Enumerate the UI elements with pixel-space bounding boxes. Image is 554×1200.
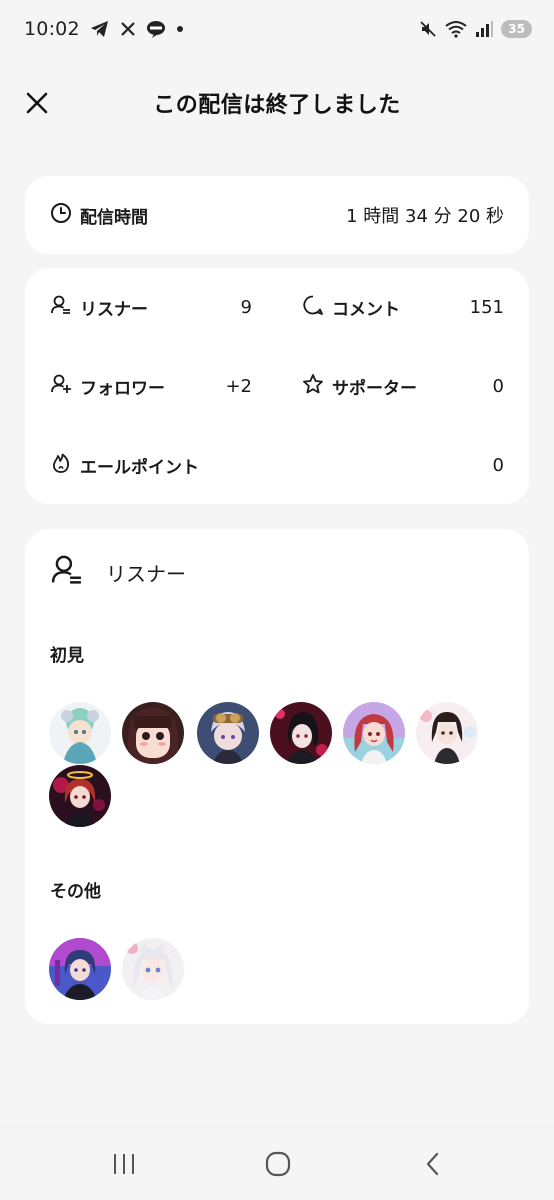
stat-label: リスナー: [80, 299, 148, 320]
status-bar: 10:02 35: [0, 0, 554, 58]
listener-icon: [50, 553, 84, 591]
stat-comments: コメント 151: [302, 292, 504, 322]
dot-icon: [176, 25, 184, 33]
line-icon: [146, 20, 166, 38]
listeners-title: リスナー: [106, 561, 186, 586]
add-user-icon: [50, 373, 72, 399]
listener-avatar[interactable]: [122, 702, 184, 764]
star-icon: [302, 373, 324, 399]
stat-label: コメント: [332, 299, 400, 320]
listener-avatar[interactable]: [343, 702, 405, 764]
stat-supporters: サポーター 0: [302, 371, 504, 401]
listener-avatar[interactable]: [197, 702, 259, 764]
duration-label: 配信時間: [80, 207, 148, 228]
header: この配信は終了しました: [0, 74, 554, 132]
system-nav-bar: [0, 1126, 554, 1200]
listener-avatar[interactable]: [270, 702, 332, 764]
flame-icon: [50, 452, 72, 478]
stat-label: エールポイント: [80, 457, 199, 478]
stat-label: フォロワー: [80, 378, 165, 399]
listener-avatar[interactable]: [49, 702, 111, 764]
others-label: その他: [50, 882, 101, 902]
home-icon: [265, 1151, 291, 1177]
wifi-icon: [445, 20, 467, 38]
duration-card: 配信時間 1 時間 34 分 20 秒: [25, 176, 529, 254]
status-time: 10:02: [24, 18, 80, 40]
stat-followers: フォロワー +2: [50, 371, 252, 401]
duration-value: 1 時間 34 分 20 秒: [346, 206, 504, 227]
telegram-icon: [90, 20, 110, 38]
listener-icon: [50, 294, 72, 320]
recent-apps-icon: [114, 1154, 134, 1174]
listener-avatar[interactable]: [49, 938, 111, 1000]
listener-avatar[interactable]: [416, 702, 478, 764]
stat-value: +2: [225, 375, 252, 397]
stat-value: 0: [492, 454, 504, 476]
battery-icon: 35: [501, 20, 532, 38]
close-button[interactable]: [22, 88, 52, 118]
recent-apps-button[interactable]: [104, 1147, 144, 1181]
page-title: この配信は終了しました: [153, 93, 401, 118]
stat-value: 151: [469, 296, 504, 318]
back-icon: [426, 1152, 439, 1176]
mute-icon: [419, 20, 437, 38]
stat-listeners: リスナー 9: [50, 292, 252, 322]
back-button[interactable]: [413, 1147, 453, 1181]
stats-card: リスナー 9 コメント 151 フォロワー +2 サポーター 0 エールポイント…: [25, 268, 529, 504]
first-time-label: 初見: [50, 646, 84, 666]
listener-avatar[interactable]: [49, 765, 111, 827]
stat-yell-points: エールポイント 0: [50, 450, 504, 480]
clock-icon: [50, 202, 72, 228]
home-button[interactable]: [258, 1147, 298, 1181]
stat-value: 9: [240, 296, 252, 318]
listeners-card: リスナー 初見 その他: [25, 529, 529, 1024]
listener-avatar[interactable]: [122, 938, 184, 1000]
stat-value: 0: [492, 375, 504, 397]
signal-icon: [475, 20, 494, 38]
comment-icon: [302, 294, 324, 320]
x-icon: [120, 21, 136, 37]
close-icon: [26, 92, 48, 114]
stat-label: サポーター: [332, 378, 417, 399]
